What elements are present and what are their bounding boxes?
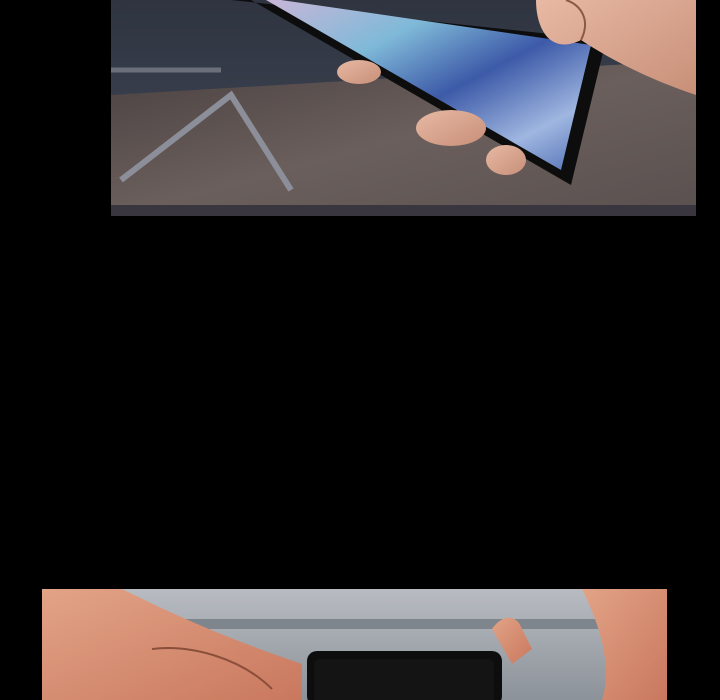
panel-bottom (42, 589, 667, 700)
comic-page (0, 0, 720, 700)
hands-holding-phone-illustration (42, 589, 667, 700)
hand-holding-phone-illustration (111, 0, 696, 216)
panel-top (111, 0, 696, 216)
